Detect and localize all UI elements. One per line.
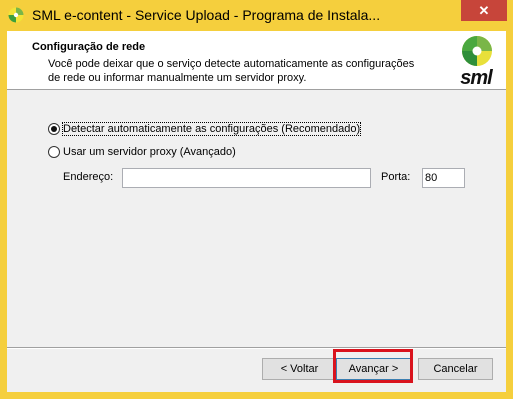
port-field[interactable] [422,168,465,188]
proxy-label[interactable]: Usar um servidor proxy (Avançado) [63,146,236,158]
sml-logo-icon [462,36,492,66]
title-bar[interactable]: SML e-content - Service Upload - Program… [0,0,513,31]
address-label: Endereço: [63,171,114,183]
page-description: Você pode deixar que o serviço detecte a… [48,58,415,84]
close-icon: ✕ [478,2,490,18]
installer-window: SML e-content - Service Upload - Program… [0,0,513,399]
auto-detect-radio[interactable] [48,123,60,135]
auto-detect-option[interactable]: Detectar automaticamente as configuraçõe… [48,122,362,136]
footer-divider-highlight [7,348,506,349]
address-field[interactable] [122,168,371,188]
proxy-radio[interactable] [48,146,60,158]
logo-wordmark: sml [460,67,492,89]
close-button[interactable]: ✕ [461,0,507,21]
app-logo-icon [8,7,24,23]
port-label: Porta: [381,171,411,183]
dialog-client: Configuração de rede Você pode deixar qu… [7,31,506,392]
sml-logo: sml [454,34,498,89]
window-title: SML e-content - Service Upload - Program… [32,7,381,23]
cancel-button[interactable]: Cancelar [418,358,493,380]
back-button[interactable]: < Voltar [262,358,337,380]
header-panel: Configuração de rede Você pode deixar qu… [7,31,506,90]
auto-detect-label[interactable]: Detectar automaticamente as configuraçõe… [61,122,362,136]
page-title: Configuração de rede [32,41,146,53]
next-button-highlight [333,349,413,383]
proxy-option[interactable]: Usar um servidor proxy (Avançado) [48,146,236,158]
